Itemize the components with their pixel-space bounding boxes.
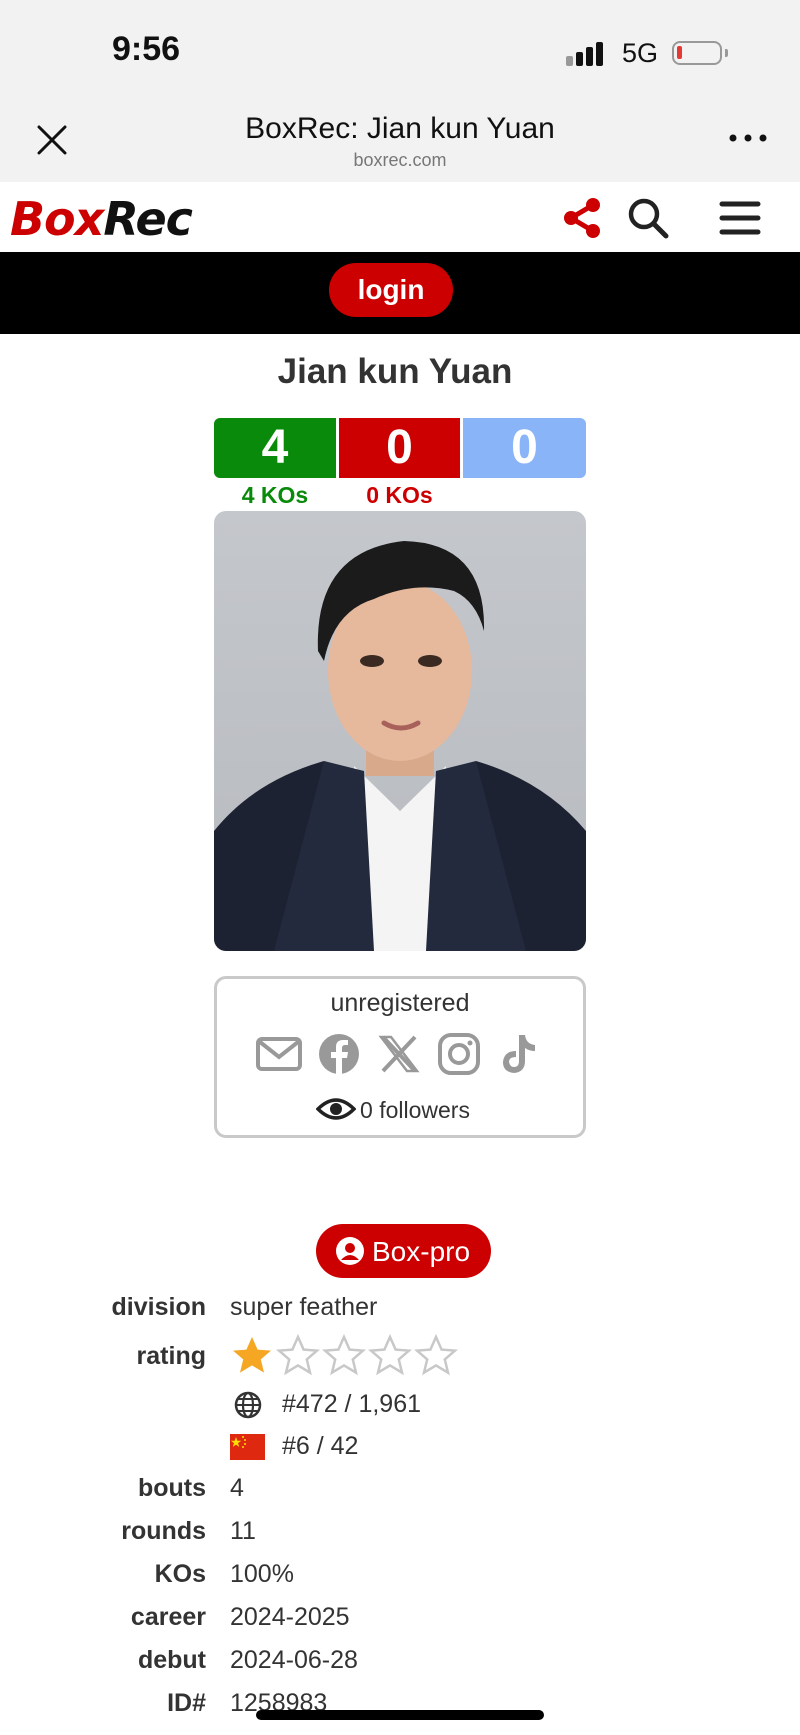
mail-icon[interactable] [255, 1031, 303, 1077]
followers-count: 0 followers [360, 1097, 470, 1123]
social-panel: unregistered 0 followers [214, 976, 586, 1138]
browser-domain: boxrec.com [353, 150, 447, 170]
facebook-icon[interactable] [315, 1031, 363, 1077]
box-pro-button[interactable]: Box-pro [316, 1224, 491, 1278]
home-indicator [256, 1710, 544, 1720]
boxer-name: Jian kun Yuan [277, 352, 513, 391]
x-icon[interactable] [375, 1031, 423, 1077]
menu-icon[interactable] [718, 196, 762, 240]
career-label: career [130, 1603, 206, 1631]
losses-kos: 0 KOs [366, 482, 433, 508]
china-flag-icon [230, 1434, 265, 1460]
star-empty-icon [276, 1334, 320, 1376]
debut-value: 2024-06-28 [230, 1646, 358, 1674]
browser-page-title: BoxRec: Jian kun Yuan [245, 112, 555, 145]
share-icon[interactable] [560, 196, 604, 240]
tiktok-icon[interactable] [493, 1031, 541, 1077]
rating-label: rating [136, 1342, 206, 1370]
account-status: unregistered [330, 989, 470, 1017]
site-header: BoxRec [0, 182, 800, 252]
wins-count: 4 [214, 418, 336, 478]
star-filled-icon [233, 1337, 271, 1373]
debut-label: debut [137, 1646, 206, 1674]
rounds-label: rounds [121, 1517, 206, 1545]
globe-icon [234, 1391, 262, 1419]
login-button[interactable]: login [329, 263, 453, 317]
kos-value: 100% [230, 1560, 294, 1588]
bouts-label: bouts [137, 1474, 206, 1502]
division-label: division [111, 1293, 206, 1321]
status-bar: 9:56 5G [0, 0, 800, 100]
user-circle-icon [336, 1237, 364, 1265]
more-options-icon[interactable] [726, 120, 770, 156]
record-summary: 4 0 0 [214, 418, 586, 478]
signal-icon [566, 38, 610, 66]
kos-label: KOs [154, 1560, 206, 1588]
boxrec-logo[interactable]: BoxRec [10, 192, 193, 246]
star-empty-icon [322, 1334, 366, 1376]
network-type: 5G [622, 38, 659, 68]
rounds-value: 11 [230, 1517, 256, 1545]
login-bar: login [0, 252, 800, 334]
losses-count: 0 [339, 418, 460, 478]
box-pro-label: Box-pro [372, 1236, 471, 1267]
bouts-value: 4 [230, 1474, 244, 1502]
country-rank: #6 / 42 [282, 1432, 359, 1460]
world-rank: #472 / 1,961 [282, 1390, 422, 1418]
boxer-photo [214, 511, 586, 951]
logo-rec-text: Rec [103, 192, 193, 246]
logo-box-text: Box [10, 192, 104, 246]
instagram-icon[interactable] [435, 1031, 483, 1077]
id-label: ID# [167, 1689, 206, 1717]
star-empty-icon [368, 1334, 412, 1376]
status-time: 9:56 [112, 30, 181, 68]
star-empty-icon [414, 1334, 458, 1376]
division-value: super feather [230, 1293, 378, 1321]
wins-kos: 4 KOs [241, 482, 309, 508]
career-value: 2024-2025 [230, 1603, 350, 1631]
draws-count: 0 [463, 418, 586, 478]
search-icon[interactable] [626, 196, 670, 240]
browser-bar: BoxRec: Jian kun Yuan boxrec.com [0, 100, 800, 182]
battery-icon [672, 41, 728, 65]
